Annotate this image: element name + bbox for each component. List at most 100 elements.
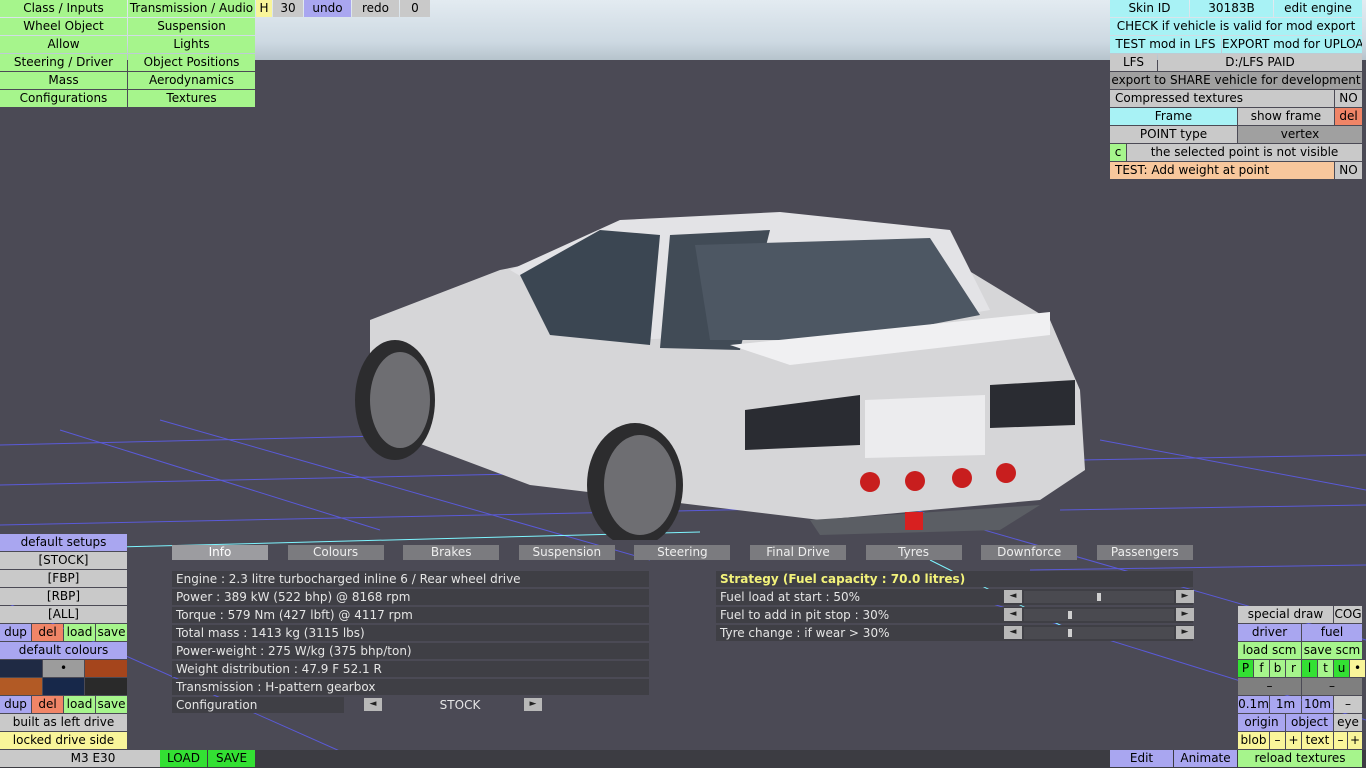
colour-swatch-2[interactable]: • [43,660,84,677]
default-colours-button[interactable]: default colours [0,642,127,659]
colour-swatch-5[interactable] [43,678,84,695]
strategy-slider-track[interactable] [1024,609,1174,621]
export-mod-button[interactable]: EXPORT mod for UPLOAD [1222,36,1362,53]
object-button[interactable]: object [1286,714,1333,731]
strategy-slider-thumb[interactable] [1097,593,1101,601]
strategy-decrease-arrow-icon[interactable]: ◄ [1004,590,1022,603]
test-mod-button[interactable]: TEST mod in LFS [1110,36,1221,53]
car-model-3d-view[interactable] [350,200,1100,547]
cog-button[interactable]: COG [1334,606,1362,623]
menu-mass-button[interactable]: Mass [0,72,127,89]
show-frame-button[interactable]: show frame [1238,108,1334,125]
minus-button-1[interactable]: – [1238,678,1301,695]
frame-delete-button[interactable]: del [1335,108,1362,125]
setup-load-button[interactable]: load [64,624,95,641]
strategy-increase-arrow-icon[interactable]: ► [1176,608,1194,621]
setup-stock[interactable]: [STOCK] [0,552,127,569]
view-letter-button[interactable]: l [1302,660,1317,677]
colour-load-button[interactable]: load [64,696,95,713]
menu-configurations-button[interactable]: Configurations [0,90,127,107]
colour-swatch-3[interactable] [85,660,127,677]
point-type-value[interactable]: vertex [1238,126,1362,143]
menu-textures-button[interactable]: Textures [128,90,255,107]
view-letter-button[interactable]: r [1286,660,1301,677]
save-scm-button[interactable]: save scm [1302,642,1362,659]
undo-button[interactable]: undo [304,0,351,17]
colour-swatch-6[interactable] [85,678,127,695]
configuration-prev-arrow-icon[interactable]: ◄ [364,698,382,711]
view-letter-button[interactable]: t [1318,660,1333,677]
tab-brakes[interactable]: Brakes [403,545,500,560]
animate-mode-button[interactable]: Animate [1174,750,1237,767]
compressed-textures-toggle[interactable]: NO [1335,90,1362,107]
view-letter-button[interactable]: b [1270,660,1285,677]
step-number-field[interactable]: 30 [273,0,303,17]
colour-swatch-4[interactable] [0,678,42,695]
menu-class-inputs-button[interactable]: Class / Inputs [0,0,127,17]
tab-downforce[interactable]: Downforce [981,545,1078,560]
edit-mode-button[interactable]: Edit [1110,750,1173,767]
tab-final-drive[interactable]: Final Drive [750,545,846,560]
save-vehicle-button[interactable]: SAVE [208,750,255,767]
h-toggle-button[interactable]: H [256,0,272,17]
blob-minus-button[interactable]: – [1270,732,1285,749]
tab-tyres[interactable]: Tyres [865,545,962,560]
strategy-increase-arrow-icon[interactable]: ► [1176,590,1194,603]
load-vehicle-button[interactable]: LOAD [160,750,207,767]
menu-object-positions-button[interactable]: Object Positions [128,54,255,71]
scale-0-1m-button[interactable]: 0.1m [1238,696,1269,713]
load-scm-button[interactable]: load scm [1238,642,1301,659]
text-minus-button[interactable]: – [1334,732,1347,749]
locked-drive-side-button[interactable]: locked drive side [0,732,127,749]
skin-id-value[interactable]: 30183B [1190,0,1273,17]
menu-steering-driver-button[interactable]: Steering / Driver [0,54,127,71]
setup-del-button[interactable]: del [32,624,63,641]
colour-swatch-1[interactable] [0,660,42,677]
menu-transmission-audio-button[interactable]: Transmission / Audio [128,0,255,17]
menu-lights-button[interactable]: Lights [128,36,255,53]
c-button[interactable]: c [1110,144,1126,161]
setup-dup-button[interactable]: dup [0,624,31,641]
fuel-button[interactable]: fuel [1302,624,1362,641]
text-plus-button[interactable]: + [1348,732,1362,749]
built-as-left-drive-button[interactable]: built as left drive [0,714,127,731]
blob-plus-button[interactable]: + [1286,732,1301,749]
origin-button[interactable]: origin [1238,714,1285,731]
edit-engine-button[interactable]: edit engine [1274,0,1362,17]
vehicle-name-field[interactable]: M3 E30 [0,750,186,767]
strategy-slider-thumb[interactable] [1068,629,1072,637]
setup-save-button[interactable]: save [96,624,127,641]
text-button[interactable]: text [1302,732,1333,749]
tab-info[interactable]: Info [172,545,268,560]
tab-colours[interactable]: Colours [287,545,384,560]
strategy-slider-thumb[interactable] [1068,611,1072,619]
strategy-decrease-arrow-icon[interactable]: ◄ [1004,626,1022,639]
menu-wheel-object-button[interactable]: Wheel Object [0,18,127,35]
test-weight-toggle[interactable]: NO [1335,162,1362,179]
configuration-next-arrow-icon[interactable]: ► [524,698,542,711]
strategy-decrease-arrow-icon[interactable]: ◄ [1004,608,1022,621]
scale-10m-button[interactable]: 10m [1302,696,1333,713]
tab-suspension[interactable]: Suspension [518,545,615,560]
lfs-path-field[interactable]: D:/LFS PAID [1158,54,1362,71]
strategy-increase-arrow-icon[interactable]: ► [1176,626,1194,639]
frame-button[interactable]: Frame [1110,108,1237,125]
colour-del-button[interactable]: del [32,696,63,713]
tab-steering[interactable]: Steering [634,545,731,560]
menu-aerodynamics-button[interactable]: Aerodynamics [128,72,255,89]
driver-button[interactable]: driver [1238,624,1301,641]
colour-dup-button[interactable]: dup [0,696,31,713]
check-valid-button[interactable]: CHECK if vehicle is valid for mod export [1110,18,1362,35]
menu-allow-button[interactable]: Allow [0,36,127,53]
setup-rbp[interactable]: [RBP] [0,588,127,605]
reload-textures-button[interactable]: reload textures [1238,750,1362,767]
view-letter-button[interactable]: • [1350,660,1365,677]
redo-button[interactable]: redo [352,0,399,17]
default-setups-button[interactable]: default setups [0,534,127,551]
strategy-slider-track[interactable] [1024,627,1174,639]
eye-button[interactable]: eye [1334,714,1362,731]
setup-all[interactable]: [ALL] [0,606,127,623]
menu-suspension-button[interactable]: Suspension [128,18,255,35]
special-draw-button[interactable]: special draw [1238,606,1333,623]
scale-minus-button[interactable]: – [1334,696,1362,713]
